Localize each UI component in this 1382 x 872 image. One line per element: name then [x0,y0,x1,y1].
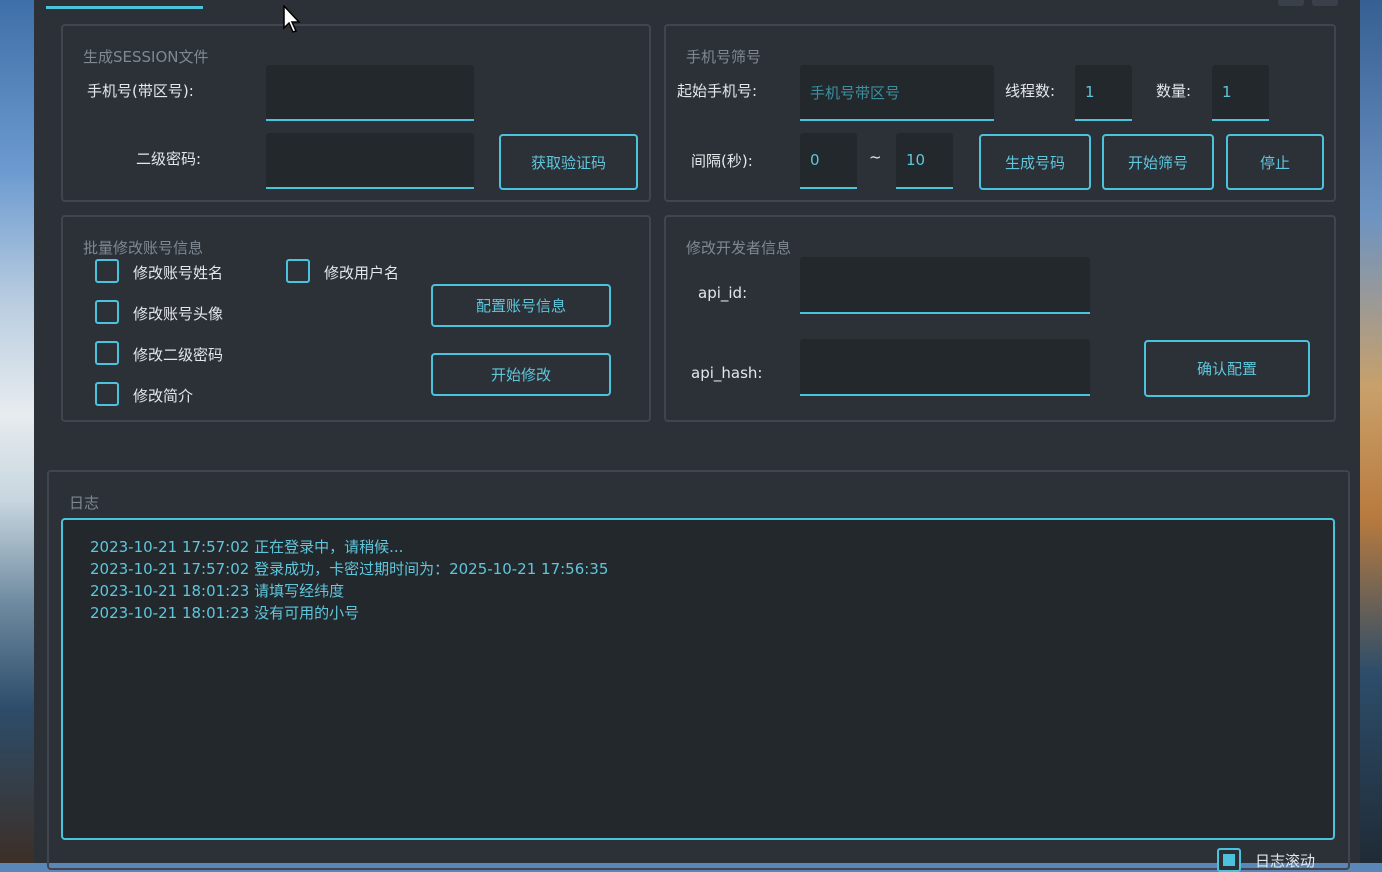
checkbox-modify-name[interactable] [95,259,119,283]
phone-filter-group-title: 手机号筛号 [686,48,762,66]
get-code-button[interactable]: 获取验证码 [499,134,638,190]
password-input[interactable] [266,133,474,189]
log-scroll-label: 日志滚动 [1255,852,1316,870]
phone-filter-group: 手机号筛号 起始手机号: 手机号带区号 线程数: 1 数量: 1 间隔(秒): … [664,24,1336,202]
count-input[interactable]: 1 [1212,65,1269,121]
app-window: 生成SESSION文件 手机号(带区号): 二级密码: 获取验证码 手机号筛号 … [34,0,1360,872]
start-phone-label: 起始手机号: [677,82,758,100]
interval-min-value: 0 [810,151,820,169]
desktop-wallpaper-left [0,0,34,863]
active-tab-indicator[interactable] [46,6,203,9]
desktop-wallpaper-right [1360,0,1382,863]
session-group: 生成SESSION文件 手机号(带区号): 二级密码: 获取验证码 [61,24,651,202]
log-line: 2023-10-21 18:01:23 没有可用的小号 [90,604,360,622]
session-group-title: 生成SESSION文件 [83,48,209,66]
threads-input[interactable]: 1 [1075,65,1132,121]
checkbox-modify-username-label: 修改用户名 [324,264,400,282]
checkbox-modify-password[interactable] [95,341,119,365]
confirm-config-button[interactable]: 确认配置 [1144,340,1310,397]
interval-label: 间隔(秒): [691,152,753,170]
interval-max-value: 10 [906,151,926,169]
api-id-label: api_id: [698,284,748,302]
log-output[interactable]: 2023-10-21 17:57:02 正在登录中，请稍候... 2023-10… [61,518,1335,840]
mouse-cursor-icon [283,5,301,33]
phone-input[interactable] [266,65,474,121]
phone-label: 手机号(带区号): [87,82,194,100]
checkbox-modify-avatar-label: 修改账号头像 [133,305,224,323]
generate-numbers-button[interactable]: 生成号码 [979,134,1091,190]
checkbox-modify-name-label: 修改账号姓名 [133,264,224,282]
log-line: 2023-10-21 17:57:02 正在登录中，请稍候... [90,538,404,556]
close-button[interactable] [1312,0,1338,6]
password-label: 二级密码: [136,150,202,168]
log-group-title: 日志 [69,494,100,512]
checkbox-modify-avatar[interactable] [95,300,119,324]
interval-separator: ~ [869,148,882,166]
threads-value: 1 [1085,83,1095,101]
api-id-input[interactable] [800,257,1090,314]
minimize-button[interactable] [1278,0,1304,6]
log-line: 2023-10-21 17:57:02 登录成功，卡密过期时间为：2025-10… [90,560,609,578]
start-phone-placeholder: 手机号带区号 [810,83,901,102]
start-modify-button[interactable]: 开始修改 [431,353,611,396]
log-line: 2023-10-21 18:01:23 请填写经纬度 [90,582,345,600]
developer-info-group-title: 修改开发者信息 [686,239,792,257]
count-value: 1 [1222,83,1232,101]
checkbox-modify-username[interactable] [286,259,310,283]
interval-max-input[interactable]: 10 [896,133,953,189]
api-hash-label: api_hash: [691,364,763,382]
batch-modify-group: 批量修改账号信息 修改账号姓名 修改用户名 修改账号头像 修改二级密码 修改简介… [61,215,651,422]
checkbox-modify-bio-label: 修改简介 [133,387,194,405]
interval-min-input[interactable]: 0 [800,133,857,189]
config-account-info-button[interactable]: 配置账号信息 [431,284,611,327]
developer-info-group: 修改开发者信息 api_id: api_hash: 确认配置 [664,215,1336,422]
threads-label: 线程数: [1005,82,1056,100]
start-filter-button[interactable]: 开始筛号 [1102,134,1214,190]
checkbox-modify-password-label: 修改二级密码 [133,346,224,364]
stop-button[interactable]: 停止 [1226,134,1324,190]
count-label: 数量: [1156,82,1192,100]
batch-modify-group-title: 批量修改账号信息 [83,239,204,257]
log-scroll-check-fill [1223,854,1235,866]
log-scroll-checkbox[interactable] [1217,848,1241,872]
checkbox-modify-bio[interactable] [95,382,119,406]
api-hash-input[interactable] [800,339,1090,396]
start-phone-input[interactable]: 手机号带区号 [800,65,994,121]
